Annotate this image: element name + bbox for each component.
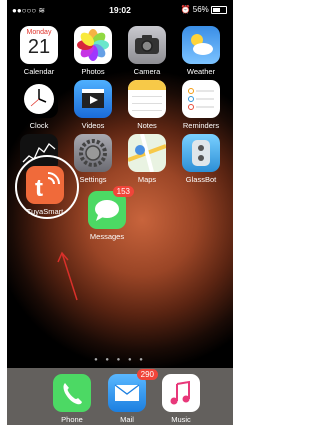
videos-icon [74,80,112,118]
notification-badge: 153 [112,186,134,197]
calendar-icon: Monday 21 [20,26,58,64]
app-label: Music [171,415,191,424]
app-maps[interactable]: Maps [122,134,172,184]
app-clock[interactable]: Clock [14,80,64,130]
app-camera[interactable]: Camera [122,26,172,76]
app-reminders[interactable]: Reminders [176,80,226,130]
app-music[interactable]: Music [156,374,206,424]
app-label: Phone [61,415,83,424]
app-label: Maps [137,175,157,184]
home-screen: ●●○○○ ≋ 19:02 ⏰ 56% Monday 21 Calendar P… [7,0,233,425]
calendar-weekday: Monday [26,29,52,36]
app-label: Calendar [23,67,55,76]
battery-indicator: ⏰ 56% [181,5,227,14]
app-phone[interactable]: Phone [47,374,97,424]
glassbot-icon [182,134,220,172]
settings-gear-icon [74,134,112,172]
phone-icon [53,374,91,412]
photos-icon [74,26,112,64]
app-label: Weather [186,67,216,76]
notes-icon [128,80,166,118]
app-label: GlassBot [185,175,217,184]
app-messages[interactable]: 153 Messages [82,186,134,241]
dock: Phone 290 Mail Music [7,368,233,425]
app-label: Videos [81,121,105,130]
app-notes[interactable]: Notes [122,80,172,130]
calendar-day: 21 [27,36,51,58]
app-videos[interactable]: Videos [68,80,118,130]
app-photos[interactable]: Photos [68,26,118,76]
app-label: Clock [29,121,49,130]
notification-badge: 290 [136,369,158,380]
highlight-circle [15,155,79,219]
status-bar: ●●○○○ ≋ 19:02 ⏰ 56% [7,0,233,20]
app-label: Camera [133,67,161,76]
app-mail[interactable]: 290 Mail [102,369,158,424]
weather-icon [182,26,220,64]
music-icon [162,374,200,412]
maps-icon [128,134,166,172]
battery-icon [211,5,227,14]
app-label: Mail [120,415,134,424]
page-indicator[interactable]: ● ● ● ● ● [7,357,233,363]
app-label: Notes [137,121,157,130]
alarm-icon: ⏰ [180,5,191,14]
annotation-arrow-icon [57,251,78,301]
app-calendar[interactable]: Monday 21 Calendar [14,26,64,76]
app-glassbot[interactable]: GlassBot [176,134,226,184]
camera-icon [128,26,166,64]
app-label: Messages [89,232,125,241]
app-label: Photos [81,67,105,76]
reminders-icon [182,80,220,118]
app-weather[interactable]: Weather [176,26,226,76]
clock-icon [20,80,58,118]
battery-percent: 56% [192,5,209,14]
app-label: Reminders [182,121,220,130]
